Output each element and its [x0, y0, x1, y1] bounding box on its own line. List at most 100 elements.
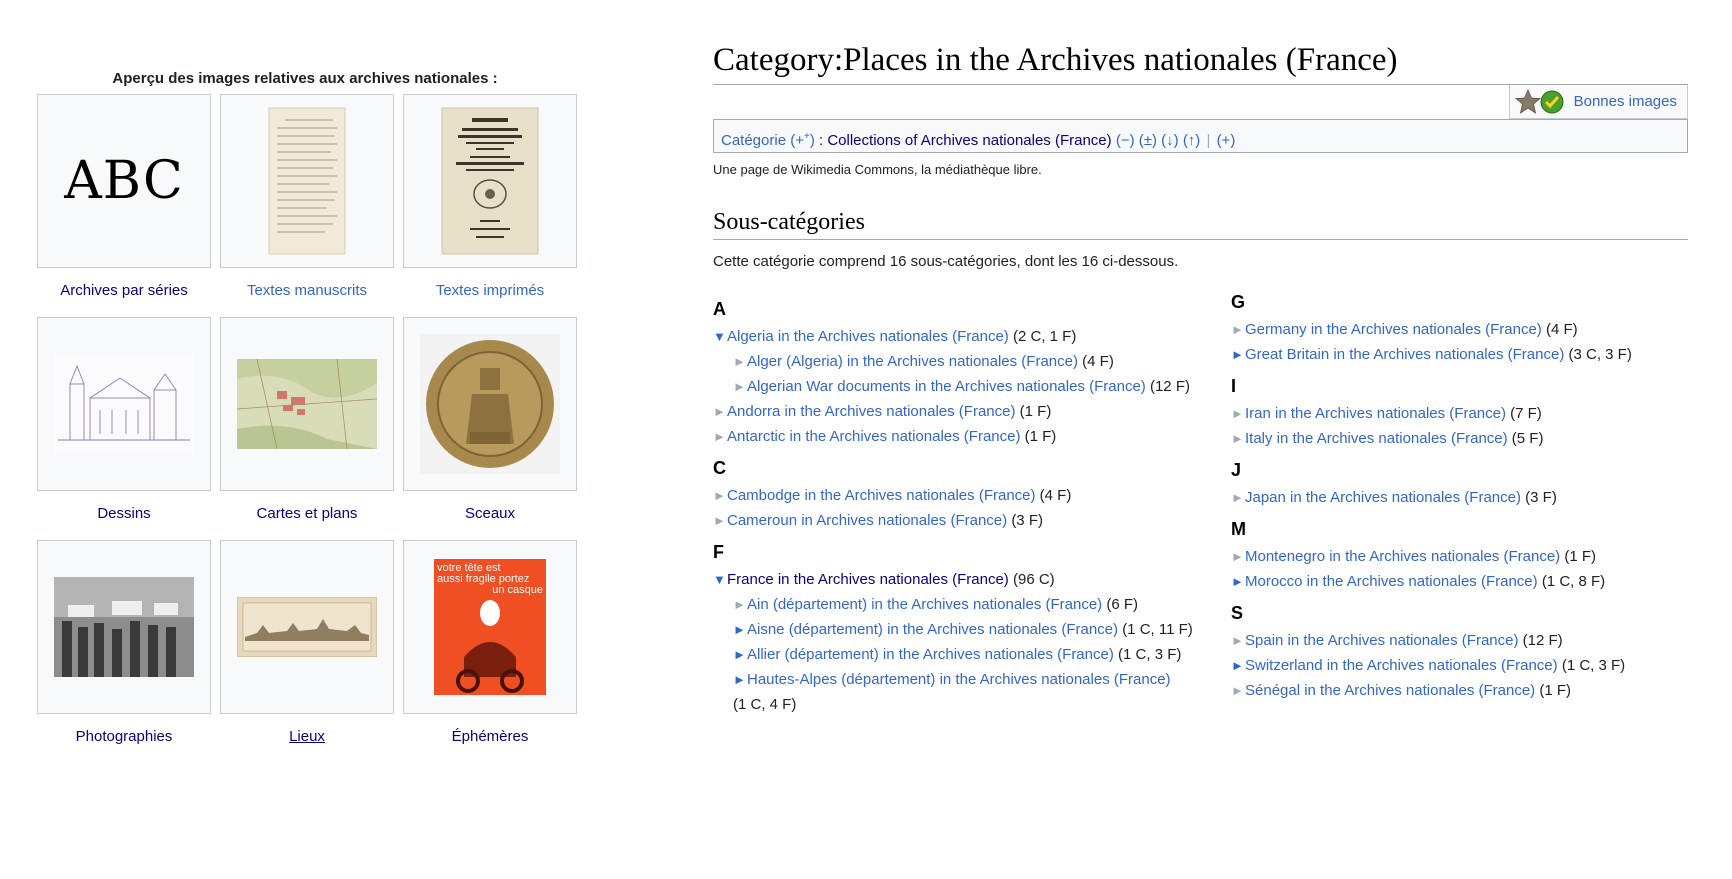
- thumb-textes-manuscrits[interactable]: [220, 94, 394, 268]
- subcategory-link[interactable]: Antarctic in the Archives nationales (Fr…: [727, 428, 1020, 445]
- subcategory-item: ►Andorra in the Archives nationales (Fra…: [713, 399, 1231, 424]
- group-letter: J: [1231, 460, 1242, 480]
- caption-lieux[interactable]: Lieux: [289, 728, 325, 745]
- expand-triangle-icon[interactable]: ►: [733, 667, 747, 692]
- categorie-link[interactable]: Catégorie (++): [721, 131, 815, 149]
- subcategory-link[interactable]: Algeria in the Archives nationales (Fran…: [727, 328, 1009, 345]
- subcategory-link[interactable]: Ain (département) in the Archives nation…: [747, 596, 1102, 613]
- catlinks-separator: |: [1206, 132, 1211, 149]
- thumb-photographies[interactable]: [37, 540, 211, 714]
- caption-dessins[interactable]: Dessins: [97, 505, 150, 522]
- subcategory-link[interactable]: Spain in the Archives nationales (France…: [1245, 632, 1518, 649]
- expand-triangle-icon: ►: [1231, 431, 1244, 446]
- subcategory-item: ►Switzerland in the Archives nationales …: [1231, 653, 1688, 678]
- manuscript-thumbnail: [268, 107, 346, 255]
- subcategory-count: (3 C, 3 F): [1568, 346, 1632, 363]
- subcategory-down-button[interactable]: (↓): [1161, 132, 1179, 149]
- expand-triangle-icon: ►: [1231, 549, 1244, 564]
- expand-triangle-icon: ►: [1231, 633, 1244, 648]
- subcategory-link[interactable]: Cambodge in the Archives nationales (Fra…: [727, 487, 1036, 504]
- subcategory-count: (3 F): [1011, 512, 1043, 529]
- line-break: (1 C, 4 F): [733, 692, 1231, 717]
- subcategory-item: ►Sénégal in the Archives nationales (Fra…: [1231, 678, 1688, 703]
- thumb-lieux[interactable]: [220, 540, 394, 714]
- subcategory-link[interactable]: Iran in the Archives nationales (France): [1245, 405, 1506, 422]
- expand-triangle-icon: ►: [1231, 406, 1244, 421]
- subcategory-link[interactable]: Hautes-Alpes (département) in the Archiv…: [747, 671, 1171, 688]
- subcategory-link[interactable]: Aisne (département) in the Archives nati…: [747, 621, 1118, 638]
- subcategory-link[interactable]: Japan in the Archives nationales (France…: [1245, 489, 1521, 506]
- gallery-tile: Cartes et plans: [220, 317, 394, 540]
- thumb-cartes-et-plans[interactable]: [220, 317, 394, 491]
- subcategory-count: (1 C, 3 F): [1561, 657, 1626, 674]
- subcategory-count: (12 F): [1522, 632, 1563, 649]
- thumb-textes-imprimes[interactable]: [403, 94, 577, 268]
- add-category-button[interactable]: (+): [1217, 132, 1236, 149]
- caption-textes-imprimes[interactable]: Textes imprimés: [436, 282, 544, 299]
- caption-archives-par-series[interactable]: Archives par séries: [60, 282, 188, 299]
- subcategory-link[interactable]: Montenegro in the Archives nationales (F…: [1245, 548, 1560, 565]
- remove-category-button[interactable]: (−): [1116, 132, 1135, 149]
- subcategory-link[interactable]: Algerian War documents in the Archives n…: [747, 378, 1146, 395]
- printed-text-thumbnail: [441, 107, 539, 255]
- poster-illustration: [456, 600, 524, 693]
- subcategory-link[interactable]: Sénégal in the Archives nationales (Fran…: [1245, 682, 1535, 699]
- gallery-grid: ABC Archives par séries Textes manuscrit…: [37, 94, 580, 763]
- thumb-archives-par-series[interactable]: ABC: [37, 94, 211, 268]
- subcategory-count: (4 F): [1082, 353, 1114, 370]
- gallery-tile: Lieux: [220, 540, 394, 763]
- expand-triangle-icon: ►: [713, 429, 726, 444]
- caption-sceaux[interactable]: Sceaux: [465, 505, 515, 522]
- expand-triangle-icon[interactable]: ►: [1231, 342, 1245, 367]
- site-subtitle: Une page de Wikimedia Commons, la médiat…: [713, 162, 1042, 177]
- caption-photographies[interactable]: Photographies: [76, 728, 173, 745]
- caption-ephemeres[interactable]: Éphémères: [452, 728, 529, 745]
- subcategory-count: (1 F): [1019, 403, 1052, 420]
- subcategory-link[interactable]: Allier (département) in the Archives nat…: [747, 646, 1114, 663]
- group-letter: C: [713, 458, 726, 478]
- subcategory-link[interactable]: Alger (Algeria) in the Archives national…: [747, 353, 1078, 370]
- subcategory-link[interactable]: Great Britain in the Archives nationales…: [1245, 346, 1564, 363]
- gallery-tile: ABC Archives par séries: [37, 94, 211, 317]
- expand-triangle-icon: ►: [1231, 322, 1244, 337]
- subcategory-link[interactable]: Cameroun in Archives nationales (France): [727, 512, 1007, 529]
- subcategory-up-button[interactable]: (↑): [1183, 132, 1201, 149]
- expand-triangle-icon[interactable]: ►: [1231, 653, 1245, 678]
- thumb-ephemeres[interactable]: votre tête est aussi fragile portez un c…: [403, 540, 577, 714]
- parent-category-link[interactable]: Collections of Archives nationales (Fran…: [827, 132, 1111, 149]
- gallery-tile: Textes imprimés: [403, 94, 577, 317]
- subcategory-link[interactable]: Switzerland in the Archives nationales (…: [1245, 657, 1558, 674]
- subcategory-columns: A ▼Algeria in the Archives nationales (Fr…: [713, 290, 1688, 717]
- expand-triangle-icon[interactable]: ►: [733, 617, 747, 642]
- subcategory-count: (3 F): [1525, 489, 1557, 506]
- group-letter: M: [1231, 519, 1246, 539]
- modify-category-button[interactable]: (±): [1139, 132, 1157, 149]
- group-letter: I: [1231, 376, 1237, 396]
- thumb-sceaux[interactable]: [403, 317, 577, 491]
- subcategory-item: ►Great Britain in the Archives nationale…: [1231, 342, 1688, 367]
- expand-triangle-icon: ►: [1231, 683, 1244, 698]
- caption-cartes-et-plans[interactable]: Cartes et plans: [257, 505, 358, 522]
- bonnes-images-link[interactable]: Bonnes images: [1574, 93, 1677, 110]
- expand-triangle-icon: ►: [733, 597, 746, 612]
- collapse-triangle-icon[interactable]: ▼: [713, 324, 727, 349]
- subcategory-item: ►Montenegro in the Archives nationales (…: [1231, 544, 1688, 569]
- collapse-triangle-icon[interactable]: ▼: [713, 567, 727, 592]
- subcategory-link[interactable]: Germany in the Archives nationales (Fran…: [1245, 321, 1542, 338]
- subcategories-heading: Sous-catégories: [713, 207, 1688, 240]
- thumb-dessins[interactable]: [37, 317, 211, 491]
- category-links-bar: Catégorie (++) : Collections of Archives…: [713, 119, 1688, 153]
- gallery-tile: Photographies: [37, 540, 211, 763]
- subcategory-link[interactable]: France in the Archives nationales (Franc…: [727, 571, 1009, 588]
- subcategory-link[interactable]: Italy in the Archives nationales (France…: [1245, 430, 1508, 447]
- subcategory-link[interactable]: Morocco in the Archives nationales (Fran…: [1245, 573, 1538, 590]
- caption-textes-manuscrits[interactable]: Textes manuscrits: [247, 282, 367, 299]
- expand-triangle-icon[interactable]: ►: [1231, 569, 1245, 594]
- subcategory-link[interactable]: Andorra in the Archives nationales (Fran…: [727, 403, 1015, 420]
- expand-triangle-icon[interactable]: ►: [733, 642, 747, 667]
- subcategory-count: (5 F): [1511, 430, 1544, 447]
- subcategory-item: ►Allier (département) in the Archives na…: [713, 642, 1231, 667]
- categorie-plus-close: ): [809, 132, 815, 149]
- expand-triangle-icon: ►: [733, 379, 746, 394]
- subcategory-count: (2 C, 1 F): [1012, 328, 1077, 345]
